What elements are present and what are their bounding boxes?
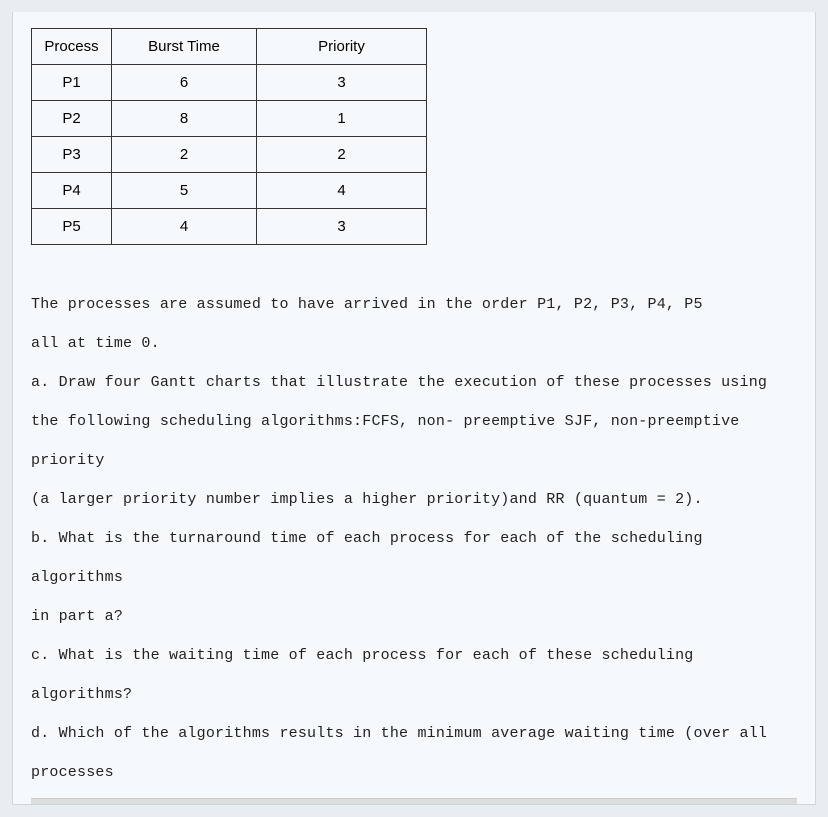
table-row: P5 4 3 — [32, 209, 427, 245]
cell-process: P3 — [32, 137, 112, 173]
cell-priority: 3 — [257, 65, 427, 101]
document-card: Process Burst Time Priority P1 6 3 P2 8 … — [12, 12, 816, 805]
cell-priority: 4 — [257, 173, 427, 209]
text-line: a. Draw four Gantt charts that illustrat… — [31, 363, 797, 402]
text-line: d. Which of the algorithms results in th… — [31, 714, 797, 792]
cell-priority: 1 — [257, 101, 427, 137]
cell-priority: 3 — [257, 209, 427, 245]
text-line: c. What is the waiting time of each proc… — [31, 636, 797, 714]
process-table: Process Burst Time Priority P1 6 3 P2 8 … — [31, 28, 427, 245]
text-line: The processes are assumed to have arrive… — [31, 285, 797, 324]
cell-priority: 2 — [257, 137, 427, 173]
text-line: all at time 0. — [31, 324, 797, 363]
table-row: P1 6 3 — [32, 65, 427, 101]
cell-process: P1 — [32, 65, 112, 101]
question-body: The processes are assumed to have arrive… — [31, 285, 797, 792]
table-row: P3 2 2 — [32, 137, 427, 173]
cell-process: P4 — [32, 173, 112, 209]
header-process: Process — [32, 29, 112, 65]
cell-burst: 4 — [112, 209, 257, 245]
header-priority: Priority — [257, 29, 427, 65]
cell-process: P2 — [32, 101, 112, 137]
header-burst-time: Burst Time — [112, 29, 257, 65]
text-line: the following scheduling algorithms:FCFS… — [31, 402, 797, 480]
cell-burst: 2 — [112, 137, 257, 173]
text-line: b. What is the turnaround time of each p… — [31, 519, 797, 597]
text-line: (a larger priority number implies a high… — [31, 480, 797, 519]
cell-burst: 6 — [112, 65, 257, 101]
table-header-row: Process Burst Time Priority — [32, 29, 427, 65]
cell-process: P5 — [32, 209, 112, 245]
horizontal-scrollbar[interactable] — [31, 798, 797, 804]
cell-burst: 8 — [112, 101, 257, 137]
table-row: P4 5 4 — [32, 173, 427, 209]
cell-burst: 5 — [112, 173, 257, 209]
table-row: P2 8 1 — [32, 101, 427, 137]
